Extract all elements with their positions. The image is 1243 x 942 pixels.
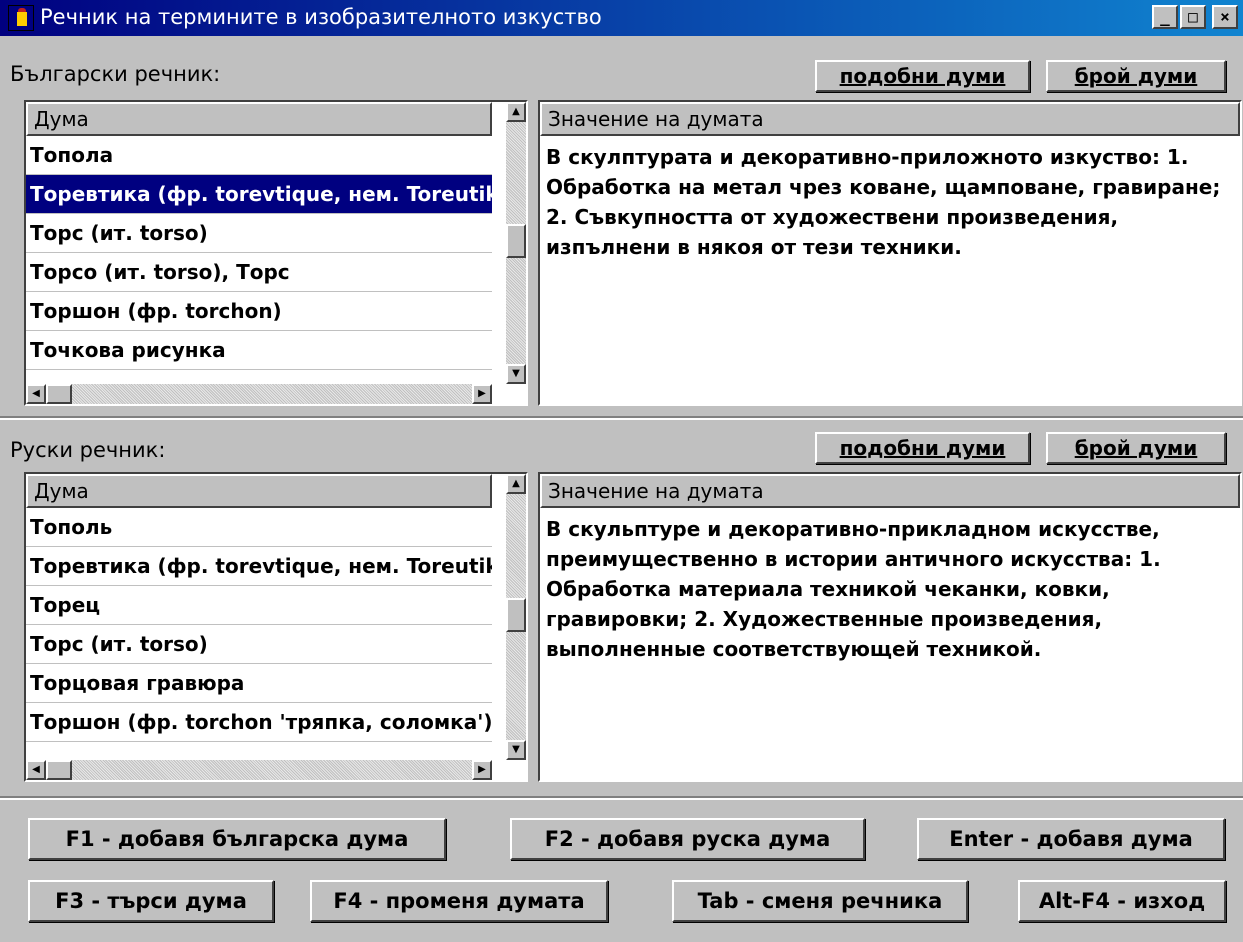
bulgarian-word-column-header[interactable]: Дума [26, 102, 492, 136]
dictionary-window: Речник на термините в изобразителното из… [0, 0, 1243, 942]
vertical-scroll-thumb[interactable] [506, 224, 526, 258]
russian-word-rows: Тополь Торевтика (фр. torevtique, нем. T… [26, 508, 492, 742]
russian-word-row[interactable]: Торевтика (фр. torevtique, нем. Toreutik… [26, 547, 492, 586]
add-bulgarian-word-button[interactable]: F1 - добавя българска дума [28, 818, 446, 860]
edit-word-button[interactable]: F4 - променя думата [310, 880, 608, 922]
bulgarian-word-row[interactable]: Торсо (ит. torso), Торс [26, 253, 492, 292]
minimize-button[interactable]: _ [1152, 5, 1178, 29]
scroll-right-arrow-icon[interactable]: ▶ [472, 384, 492, 404]
russian-word-row[interactable]: Торец [26, 586, 492, 625]
scroll-right-arrow-icon[interactable]: ▶ [472, 760, 492, 780]
bulgarian-word-count-button[interactable]: брой думи [1046, 60, 1226, 92]
russian-meaning-text: В скульптуре и декоративно-прикладном ис… [546, 517, 1161, 661]
russian-word-row[interactable]: Торшон (фр. torchon 'тряпка, соломка') [26, 703, 492, 742]
russian-word-row[interactable]: Торс (ит. torso) [26, 625, 492, 664]
scroll-left-arrow-icon[interactable]: ◀ [26, 760, 46, 780]
horizontal-scroll-thumb[interactable] [46, 760, 72, 780]
russian-word-count-button[interactable]: брой думи [1046, 432, 1226, 464]
bulgarian-list-vertical-scrollbar[interactable]: ▲ ▼ [506, 102, 526, 384]
bulgarian-word-row[interactable]: Торс (ит. torso) [26, 214, 492, 253]
bulgarian-list-horizontal-scrollbar[interactable]: ◀ ▶ [26, 384, 492, 404]
bulgarian-meaning-panel: Значение на думата В скулптурата и декор… [538, 100, 1242, 406]
russian-meaning-panel: Значение на думата В скульптуре и декора… [538, 472, 1242, 782]
bulgarian-word-row[interactable]: Топола [26, 136, 492, 175]
scroll-left-arrow-icon[interactable]: ◀ [26, 384, 46, 404]
russian-word-list[interactable]: Дума Тополь Торевтика (фр. torevtique, н… [24, 472, 528, 782]
section-divider [0, 416, 1243, 420]
add-russian-word-button[interactable]: F2 - добавя руска дума [510, 818, 865, 860]
russian-meaning-header: Значение на думата [540, 474, 1240, 508]
vertical-scroll-thumb[interactable] [506, 598, 526, 632]
search-word-button[interactable]: F3 - търси дума [28, 880, 274, 922]
bulgarian-word-row[interactable]: Точкова рисунка [26, 331, 492, 370]
close-button[interactable]: × [1212, 5, 1238, 29]
russian-similar-words-button[interactable]: подобни думи [815, 432, 1030, 464]
footer-divider [0, 796, 1243, 800]
scroll-down-arrow-icon[interactable]: ▼ [506, 364, 526, 384]
scroll-up-arrow-icon[interactable]: ▲ [506, 474, 526, 494]
horizontal-scroll-thumb[interactable] [46, 384, 72, 404]
russian-word-row[interactable]: Торцовая гравюра [26, 664, 492, 703]
exit-button[interactable]: Alt-F4 - изход [1018, 880, 1226, 922]
maximize-button[interactable]: □ [1180, 5, 1206, 29]
bulgarian-word-row-selected[interactable]: Торевтика (фр. torevtique, нем. Toreutik… [26, 175, 492, 214]
bulgarian-word-list[interactable]: Дума Топола Торевтика (фр. torevtique, н… [24, 100, 528, 406]
russian-word-column-header[interactable]: Дума [26, 474, 492, 508]
add-word-button[interactable]: Enter - добавя дума [917, 818, 1225, 860]
switch-dictionary-button[interactable]: Tab - сменя речника [672, 880, 968, 922]
bulgarian-word-row[interactable]: Торшон (фр. torchon) [26, 292, 492, 331]
bulgarian-word-rows: Топола Торевтика (фр. torevtique, нем. T… [26, 136, 492, 370]
app-icon[interactable] [8, 5, 34, 31]
scroll-down-arrow-icon[interactable]: ▼ [506, 740, 526, 760]
russian-list-horizontal-scrollbar[interactable]: ◀ ▶ [26, 760, 492, 780]
russian-word-row[interactable]: Тополь [26, 508, 492, 547]
window-title: Речник на термините в изобразителното из… [40, 5, 602, 29]
russian-section-label: Руски речник: [10, 438, 166, 462]
bulgarian-section-label: Български речник: [10, 62, 221, 86]
scroll-up-arrow-icon[interactable]: ▲ [506, 102, 526, 122]
bulgarian-meaning-header: Значение на думата [540, 102, 1240, 136]
bulgarian-similar-words-button[interactable]: подобни думи [815, 60, 1030, 92]
bulgarian-meaning-text: В скулптурата и декоративно-приложното и… [546, 145, 1221, 259]
title-bar[interactable]: Речник на термините в изобразителното из… [0, 0, 1243, 36]
russian-list-vertical-scrollbar[interactable]: ▲ ▼ [506, 474, 526, 760]
